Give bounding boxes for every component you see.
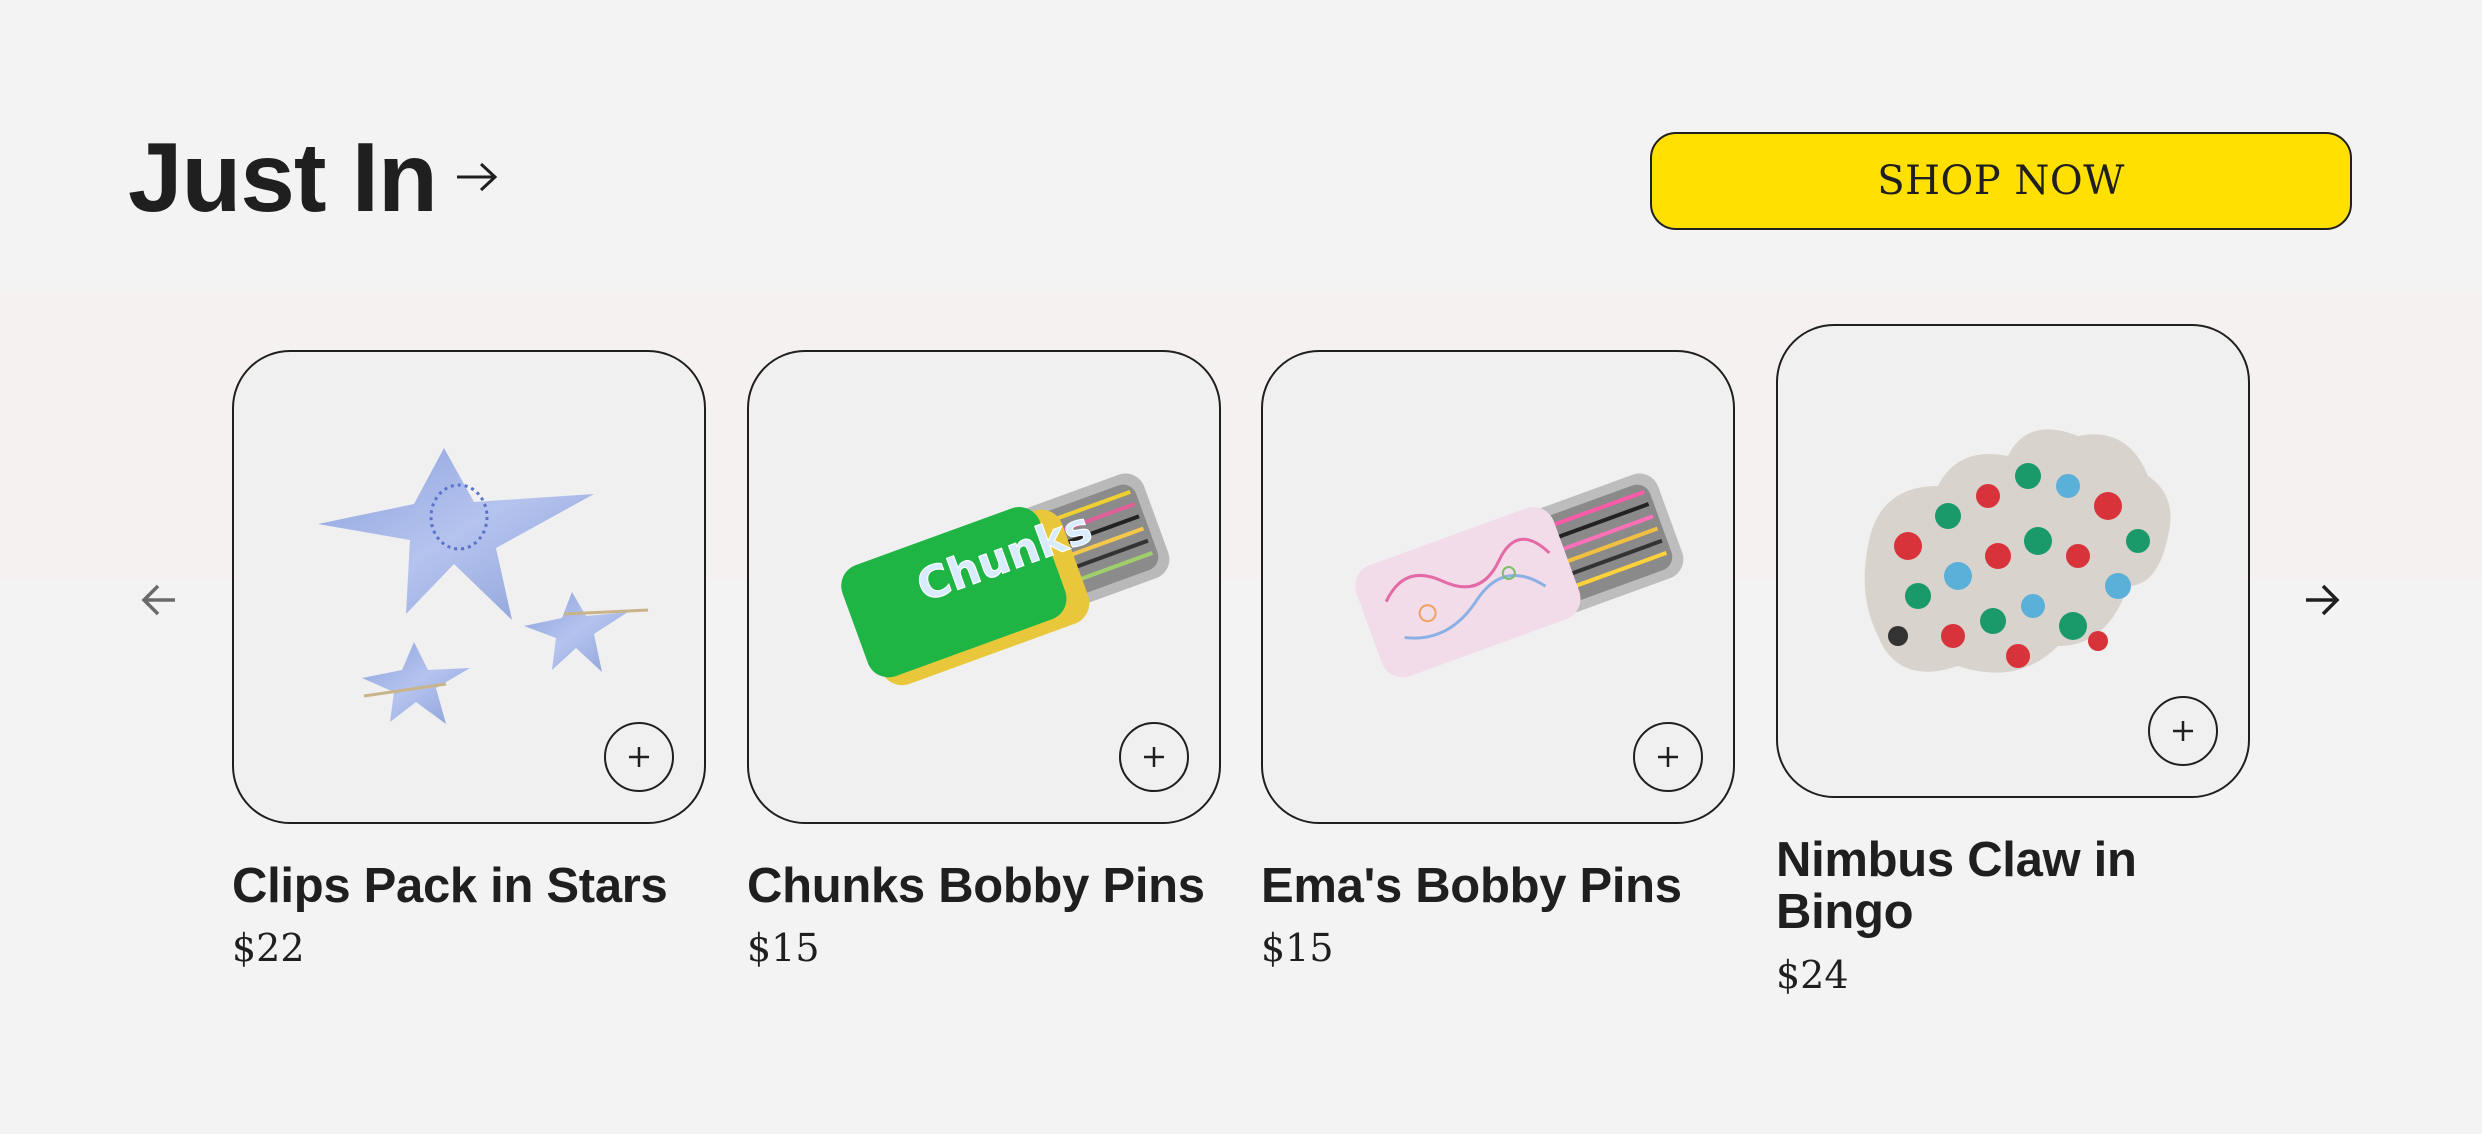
product-image-link[interactable] [1261,350,1735,824]
arrow-right-icon [453,157,501,197]
product-card[interactable]: Nimbus Claw in Bingo $24 [1776,324,2250,997]
product-price: $22 [232,926,305,971]
product-card[interactable]: Clips Pack in Stars $22 [232,350,706,970]
product-name[interactable]: Ema's Bobby Pins [1261,860,1735,913]
product-price: $15 [747,926,820,971]
arrow-left-icon [141,584,175,616]
product-name[interactable]: Nimbus Claw in Bingo [1776,834,2250,939]
section-header[interactable]: Just In [128,128,501,226]
product-card[interactable]: Chunks Chunks Bobby Pins $15 [747,350,1221,970]
add-to-cart-button[interactable] [1633,722,1703,792]
product-price: $24 [1776,952,1849,997]
shop-now-button[interactable]: SHOP NOW [1650,132,2352,230]
product-price: $15 [1261,926,1334,971]
carousel-prev-button[interactable] [135,576,183,624]
add-to-cart-button[interactable] [1119,722,1189,792]
product-name[interactable]: Chunks Bobby Pins [747,860,1221,913]
product-name[interactable]: Clips Pack in Stars [232,860,706,913]
plus-icon [1144,747,1164,767]
arrow-right-icon [2306,584,2340,616]
product-card[interactable]: Ema's Bobby Pins $15 [1261,350,1735,970]
product-image-link[interactable]: Chunks [747,350,1221,824]
plus-icon [629,747,649,767]
add-to-cart-button[interactable] [2148,696,2218,766]
carousel-next-button[interactable] [2298,576,2346,624]
plus-icon [1658,747,1678,767]
product-image-link[interactable] [1776,324,2250,798]
add-to-cart-button[interactable] [604,722,674,792]
section-title: Just In [128,122,438,232]
product-image-link[interactable] [232,350,706,824]
plus-icon [2173,721,2193,741]
